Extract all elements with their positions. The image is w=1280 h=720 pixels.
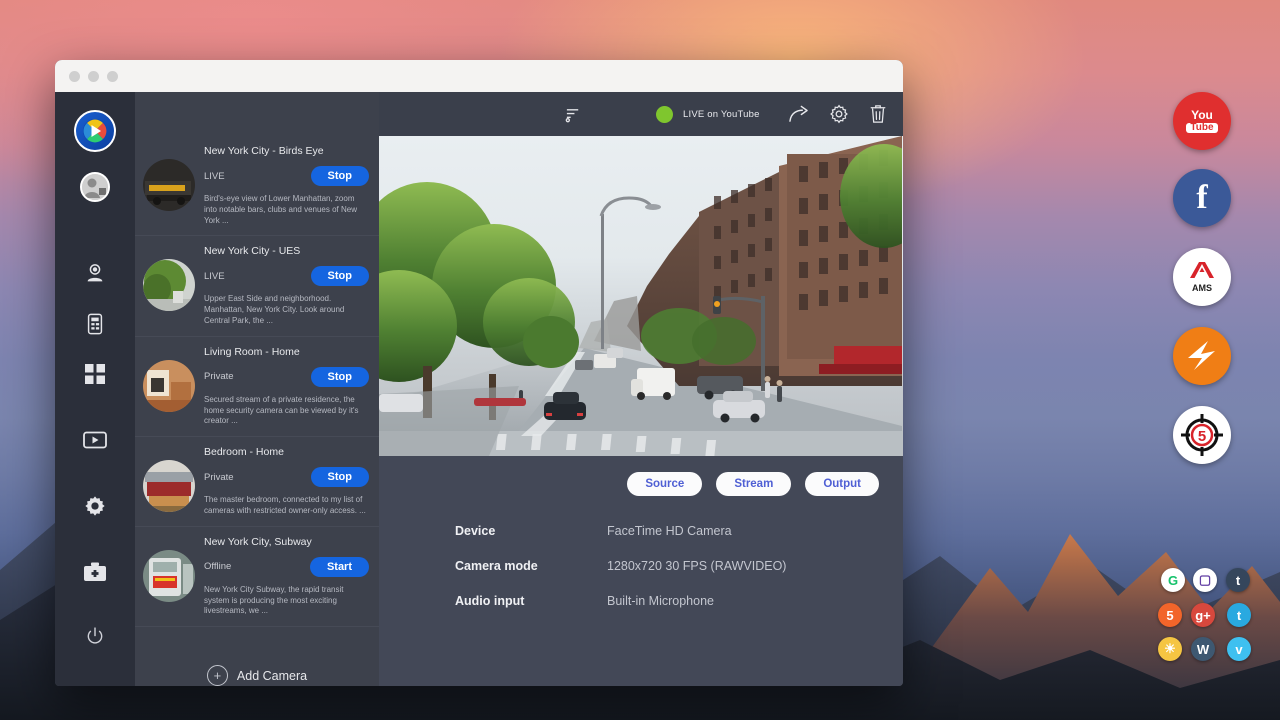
tray-icon-tumblr[interactable]: t [1226, 568, 1250, 592]
dock-icon-wowza[interactable] [1173, 327, 1231, 385]
detail-label: Camera mode [455, 559, 607, 573]
detail-label: Device [455, 524, 607, 538]
minimize-button[interactable] [88, 71, 99, 82]
camera-description: The master bedroom, connected to my list… [204, 495, 369, 517]
camera-thumbnail [143, 550, 195, 602]
sidebar-item-settings[interactable] [77, 488, 113, 524]
dock-icon-facebook[interactable]: f [1173, 169, 1231, 227]
tray-icon-twitch[interactable]: ▢ [1193, 568, 1217, 592]
sidebar-item-grid[interactable] [77, 356, 113, 392]
dock-icon-youtube[interactable]: You Tube [1173, 92, 1231, 150]
add-camera-button[interactable]: + Add Camera [135, 639, 379, 686]
camera-title: New York City - UES [204, 245, 369, 257]
detail-row: Audio inputBuilt-in Microphone [455, 594, 903, 608]
camera-state: LIVE [204, 271, 225, 282]
camera-state: LIVE [204, 171, 225, 182]
window-titlebar [55, 60, 903, 92]
sidebar-rail [55, 92, 135, 686]
desktop: You Tube f AMS 5 G ▢ t 5 g+ t ☀ Wv [0, 0, 1280, 720]
close-button[interactable] [69, 71, 80, 82]
plus-circle-icon: + [207, 665, 228, 686]
camera-list[interactable]: New York City - Birds Eye LIVE Stop Bird's-… [135, 136, 379, 639]
share-arrow-icon[interactable] [788, 105, 809, 124]
camera-title: Living Room - Home [204, 346, 369, 358]
camera-list-item[interactable]: New York City - Birds Eye LIVE Stop Bird's-… [135, 136, 379, 236]
camera-state: Private [204, 371, 234, 382]
camera-list-item[interactable]: Living Room - Home Private Stop Secured str… [135, 337, 379, 437]
add-camera-label: Add Camera [237, 669, 307, 683]
sidebar-item-camera[interactable] [77, 256, 113, 292]
sidebar-item-power[interactable] [77, 618, 113, 654]
video-scene [379, 136, 902, 456]
tray-icon-vimeo[interactable]: v [1227, 637, 1251, 661]
segment-output[interactable]: Output [805, 472, 879, 496]
dock-icon-five-target[interactable]: 5 [1173, 406, 1231, 464]
video-preview[interactable] [379, 136, 903, 456]
user-avatar[interactable] [80, 172, 110, 202]
camera-action-button[interactable]: Stop [311, 266, 369, 286]
sidebar-item-device[interactable] [77, 306, 113, 342]
detail-value[interactable]: FaceTime HD Camera [607, 524, 732, 538]
sidebar-item-broadcast[interactable] [77, 422, 113, 458]
tray-icon-five[interactable]: 5 [1158, 603, 1182, 627]
camera-action-button[interactable]: Stop [311, 166, 369, 186]
app-logo[interactable] [74, 110, 116, 152]
dock-icon-adobe-ams[interactable]: AMS [1173, 248, 1231, 306]
camera-thumbnail [143, 460, 195, 512]
live-indicator-dot [656, 106, 673, 123]
detail-row: DeviceFaceTime HD Camera [455, 524, 903, 538]
camera-title: New York City - Birds Eye [204, 145, 369, 157]
camera-description: Bird's-eye view of Lower Manhattan, zoom… [204, 194, 369, 226]
detail-value[interactable]: Built-in Microphone [607, 594, 714, 608]
detail-row: Camera mode1280x720 30 FPS (RAWVIDEO) [455, 559, 903, 573]
detail-list: DeviceFaceTime HD Camera Camera mode1280x… [379, 496, 903, 629]
gear-icon[interactable] [829, 104, 849, 124]
tray-icon-grammarly[interactable]: G [1161, 568, 1185, 592]
camera-action-button[interactable]: Stop [311, 367, 369, 387]
live-label: LIVE on YouTube [683, 109, 760, 120]
tray-icon-sun[interactable]: ☀ [1158, 637, 1182, 661]
live-status: LIVE on YouTube [656, 106, 760, 123]
camera-description: Secured stream of a private residence, t… [204, 395, 369, 427]
camera-state: Offline [204, 561, 231, 572]
camera-thumbnail [143, 159, 195, 211]
svg-text:5: 5 [1198, 428, 1206, 445]
camera-description: Upper East Side and neighborhood. Manhat… [204, 294, 369, 326]
camera-list-item[interactable]: Bedroom - Home Private Stop The master bedr… [135, 437, 379, 527]
detail-value[interactable]: 1280x720 30 FPS (RAWVIDEO) [607, 559, 786, 573]
camera-list-panel: New York City - Birds Eye LIVE Stop Bird's-… [135, 92, 379, 686]
camera-thumbnail [143, 360, 195, 412]
trash-icon[interactable] [869, 104, 887, 124]
sort-filter-icon[interactable] [565, 106, 582, 123]
tray-icon-twitter[interactable]: t [1227, 603, 1251, 627]
camera-description: New York City Subway, the rapid transit … [204, 585, 369, 617]
camera-action-button[interactable]: Stop [311, 467, 369, 487]
app-window: New York City - Birds Eye LIVE Stop Bird's-… [55, 60, 903, 686]
sidebar-item-add-source[interactable] [77, 554, 113, 590]
camera-action-button[interactable]: Start [310, 557, 369, 577]
camera-list-item[interactable]: New York City, Subway Offline Start New Yor… [135, 527, 379, 627]
camera-title: Bedroom - Home [204, 446, 369, 458]
main-panel: LIVE on YouTube [379, 92, 903, 686]
camera-state: Private [204, 472, 234, 483]
segment-group[interactable]: Source Stream Output [379, 456, 903, 496]
tray-icon-wordpress[interactable]: W [1191, 637, 1215, 661]
list-header-spacer [135, 92, 379, 136]
detail-label: Audio input [455, 594, 607, 608]
zoom-button[interactable] [107, 71, 118, 82]
camera-list-item[interactable]: New York City - UES LIVE Stop Upper East Si… [135, 236, 379, 336]
segment-stream[interactable]: Stream [716, 472, 791, 496]
tray-icon-google-plus[interactable]: g+ [1191, 603, 1215, 627]
toolbar: LIVE on YouTube [379, 92, 903, 136]
segment-source[interactable]: Source [627, 472, 702, 496]
camera-title: New York City, Subway [204, 536, 369, 548]
camera-thumbnail [143, 259, 195, 311]
